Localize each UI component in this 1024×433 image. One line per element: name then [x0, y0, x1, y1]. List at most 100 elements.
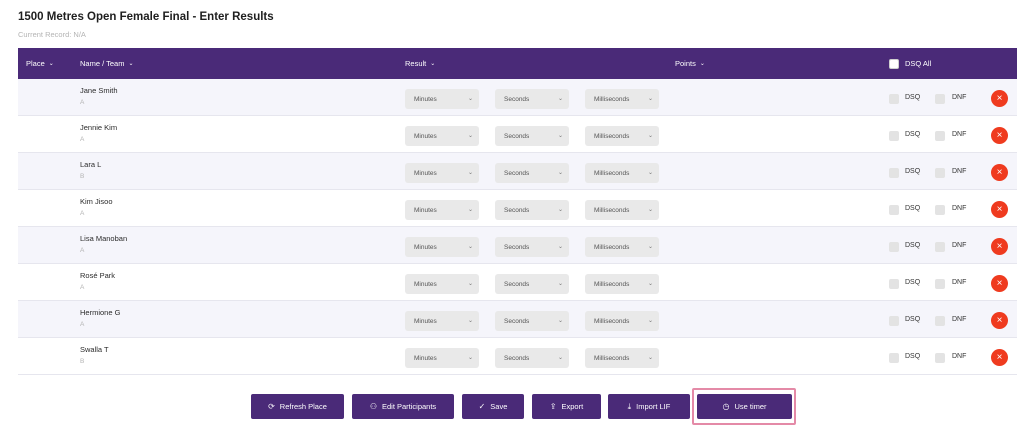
participant-name: Hermione G: [80, 308, 121, 317]
table-row: Jane Smith A Minutes ⌄ Seconds ⌄ Milliseconds ⌄…: [18, 79, 1017, 116]
minutes-select[interactable]: Minutes ⌄: [405, 163, 479, 183]
chevron-down-icon: ⌄: [647, 133, 653, 139]
edit-participants-label: Edit Participants: [381, 402, 437, 411]
export-label: Export: [561, 402, 584, 411]
participant-team: B: [80, 173, 85, 180]
refresh-place-button[interactable]: ⟳ Refresh Place: [251, 394, 344, 419]
chevron-down-icon: ⌄: [647, 96, 653, 102]
remove-row-button[interactable]: ×: [991, 275, 1008, 292]
dsq-checkbox[interactable]: [889, 242, 899, 252]
table-row: Lara L B Minutes ⌄ Seconds ⌄ Milliseconds ⌄ DSQ D…: [18, 153, 1017, 190]
import-lif-button[interactable]: ⤓ Import LIF: [608, 394, 690, 419]
dsq-checkbox[interactable]: [889, 205, 899, 215]
milliseconds-select[interactable]: Milliseconds ⌄: [585, 126, 659, 146]
remove-row-button[interactable]: ×: [991, 349, 1008, 366]
remove-row-button[interactable]: ×: [991, 201, 1008, 218]
seconds-select[interactable]: Seconds ⌄: [495, 274, 569, 294]
milliseconds-select[interactable]: Milliseconds ⌄: [585, 274, 659, 294]
dnf-checkbox[interactable]: [935, 316, 945, 326]
header-result-label: Result: [405, 59, 427, 68]
seconds-select[interactable]: Seconds ⌄: [495, 89, 569, 109]
seconds-select[interactable]: Seconds ⌄: [495, 200, 569, 220]
participant-team: A: [80, 136, 85, 143]
dsq-checkbox[interactable]: [889, 279, 899, 289]
dsq-all-toggle[interactable]: DSQ All: [889, 48, 931, 79]
participant-name: Kim Jisoo: [80, 197, 113, 206]
dnf-checkbox[interactable]: [935, 353, 945, 363]
dsq-label: DSQ: [905, 94, 921, 101]
table-row: Kim Jisoo A Minutes ⌄ Seconds ⌄ Milliseconds ⌄ D…: [18, 190, 1017, 227]
minutes-select[interactable]: Minutes ⌄: [405, 126, 479, 146]
milliseconds-placeholder: Milliseconds: [594, 95, 630, 103]
export-button[interactable]: ⇪ Export: [532, 394, 601, 419]
sort-place[interactable]: Place ⌄: [26, 48, 54, 79]
dsq-label: DSQ: [905, 316, 921, 323]
edit-participants-button[interactable]: ⚇ Edit Participants: [352, 394, 454, 419]
milliseconds-select[interactable]: Milliseconds ⌄: [585, 89, 659, 109]
remove-row-button[interactable]: ×: [991, 238, 1008, 255]
minutes-select[interactable]: Minutes ⌄: [405, 237, 479, 257]
milliseconds-placeholder: Milliseconds: [594, 169, 630, 177]
participants-icon: ⚇: [369, 402, 377, 411]
participant-team: A: [80, 321, 85, 328]
dnf-checkbox[interactable]: [935, 242, 945, 252]
milliseconds-select[interactable]: Milliseconds ⌄: [585, 348, 659, 368]
chevron-down-icon: ⌄: [430, 61, 436, 67]
dnf-checkbox[interactable]: [935, 94, 945, 104]
remove-row-button[interactable]: ×: [991, 312, 1008, 329]
dsq-checkbox[interactable]: [889, 316, 899, 326]
dnf-checkbox[interactable]: [935, 279, 945, 289]
dsq-checkbox[interactable]: [889, 168, 899, 178]
milliseconds-select[interactable]: Milliseconds ⌄: [585, 200, 659, 220]
minutes-placeholder: Minutes: [414, 243, 437, 251]
dnf-checkbox[interactable]: [935, 131, 945, 141]
milliseconds-select[interactable]: Milliseconds ⌄: [585, 311, 659, 331]
milliseconds-select[interactable]: Milliseconds ⌄: [585, 163, 659, 183]
milliseconds-placeholder: Milliseconds: [594, 132, 630, 140]
refresh-icon: ⟳: [268, 402, 275, 411]
action-bar: ⟳ Refresh Place ⚇ Edit Participants ✓ Sa…: [0, 394, 1024, 419]
minutes-select[interactable]: Minutes ⌄: [405, 200, 479, 220]
milliseconds-select[interactable]: Milliseconds ⌄: [585, 237, 659, 257]
sort-name-team[interactable]: Name / Team ⌄: [80, 48, 134, 79]
sort-points[interactable]: Points ⌄: [675, 48, 705, 79]
chevron-down-icon: ⌄: [647, 281, 653, 287]
minutes-select[interactable]: Minutes ⌄: [405, 348, 479, 368]
seconds-select[interactable]: Seconds ⌄: [495, 311, 569, 331]
dnf-checkbox[interactable]: [935, 168, 945, 178]
table-header: Place ⌄ Name / Team ⌄ Result ⌄ Points ⌄ …: [18, 48, 1017, 79]
save-button[interactable]: ✓ Save: [462, 394, 524, 419]
header-points-label: Points: [675, 59, 696, 68]
sort-result[interactable]: Result ⌄: [405, 48, 435, 79]
participant-team: A: [80, 99, 85, 106]
dsq-checkbox[interactable]: [889, 353, 899, 363]
chevron-down-icon: ⌄: [467, 244, 473, 250]
dnf-label: DNF: [952, 94, 967, 101]
close-icon: ×: [996, 278, 1003, 289]
seconds-select[interactable]: Seconds ⌄: [495, 126, 569, 146]
dnf-label: DNF: [952, 205, 967, 212]
seconds-select[interactable]: Seconds ⌄: [495, 163, 569, 183]
minutes-select[interactable]: Minutes ⌄: [405, 311, 479, 331]
dnf-label: DNF: [952, 316, 967, 323]
dnf-checkbox[interactable]: [935, 205, 945, 215]
close-icon: ×: [996, 204, 1003, 215]
close-icon: ×: [996, 241, 1003, 252]
participant-team: A: [80, 247, 85, 254]
remove-row-button[interactable]: ×: [991, 90, 1008, 107]
seconds-select[interactable]: Seconds ⌄: [495, 348, 569, 368]
dsq-all-checkbox[interactable]: [889, 58, 899, 69]
results-table: Place ⌄ Name / Team ⌄ Result ⌄ Points ⌄ …: [18, 48, 1017, 375]
minutes-select[interactable]: Minutes ⌄: [405, 274, 479, 294]
minutes-placeholder: Minutes: [414, 132, 437, 140]
remove-row-button[interactable]: ×: [991, 164, 1008, 181]
remove-row-button[interactable]: ×: [991, 127, 1008, 144]
seconds-select[interactable]: Seconds ⌄: [495, 237, 569, 257]
dsq-checkbox[interactable]: [889, 94, 899, 104]
minutes-select[interactable]: Minutes ⌄: [405, 89, 479, 109]
minutes-placeholder: Minutes: [414, 169, 437, 177]
milliseconds-placeholder: Milliseconds: [594, 243, 630, 251]
minutes-placeholder: Minutes: [414, 317, 437, 325]
dsq-checkbox[interactable]: [889, 131, 899, 141]
seconds-placeholder: Seconds: [504, 206, 530, 214]
